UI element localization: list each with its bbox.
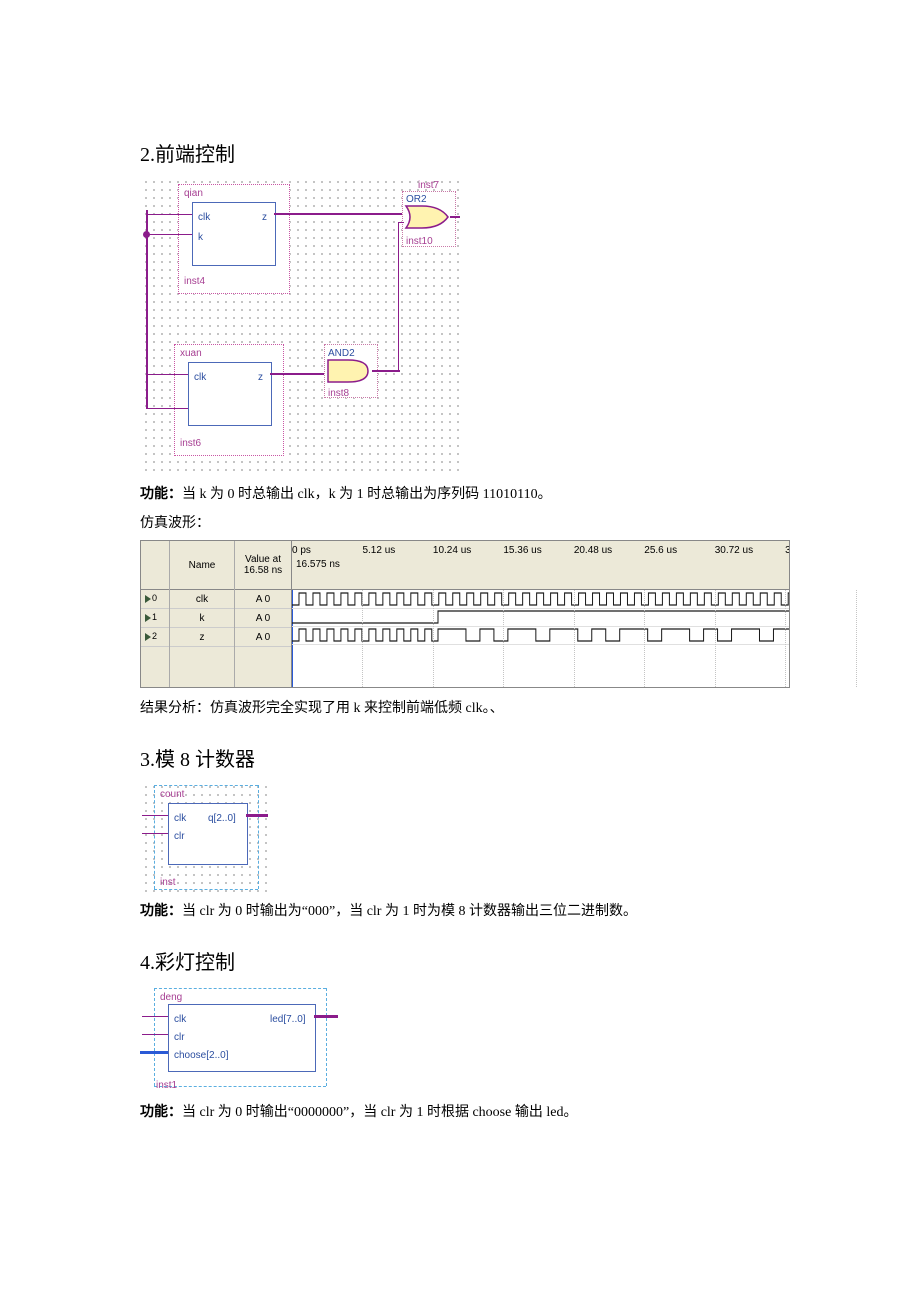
schematic-qian-xuan: qian clk k z inst4 OR2 inst10 inst7 xuan… xyxy=(140,176,460,476)
signal-row-icon[interactable]: 2 xyxy=(141,628,169,647)
port-deng-choose: choose[2..0] xyxy=(174,1048,228,1063)
heading-section4: 4.彩灯控制 xyxy=(140,948,790,978)
port-count-q: q[2..0] xyxy=(208,811,236,826)
feature-2: 功能：当 k 为 0 时总输出 clk，k 为 1 时总输出为序列码 11010… xyxy=(140,484,790,505)
port-deng-led: led[7..0] xyxy=(270,1012,306,1027)
block-xuan-title: xuan xyxy=(180,346,202,361)
block-deng-title: deng xyxy=(160,990,182,1005)
signal-value: A 0 xyxy=(235,590,291,609)
port-xuan-z: z xyxy=(258,370,263,385)
port-qian-clk: clk xyxy=(198,210,210,225)
grid-line xyxy=(574,590,575,687)
feature-4: 功能：当 clr 为 0 时输出“0000000”，当 clr 为 1 时根据 … xyxy=(140,1102,790,1123)
signal-name[interactable]: clk xyxy=(170,590,234,609)
grid-line xyxy=(362,590,363,687)
heading-section2: 2.前端控制 xyxy=(140,140,790,170)
feature-3: 功能：当 clr 为 0 时输出为“000”，当 clr 为 1 时为模 8 计… xyxy=(140,901,790,922)
waveform-signal-panel: 0 1 2 Name clk k z Value at16.58 ns A 0 … xyxy=(141,541,292,687)
port-count-clr: clr xyxy=(174,829,185,844)
time-tick-label: 10.24 us xyxy=(433,543,471,558)
port-qian-z: z xyxy=(262,210,267,225)
waveform-viewer: 0 1 2 Name clk k z Value at16.58 ns A 0 … xyxy=(140,540,790,688)
time-tick-label: 15.36 us xyxy=(503,543,541,558)
grid-line xyxy=(856,590,857,687)
grid-line xyxy=(644,590,645,687)
time-tick-label: 30.72 us xyxy=(715,543,753,558)
inst-or2-top: inst7 xyxy=(418,178,439,193)
waveform-plot-area[interactable]: 16.575 ns 0 ps 5.12 us 10.24 us 15.36 us 20.… xyxy=(292,541,789,687)
time-ruler[interactable]: 16.575 ns 0 ps 5.12 us 10.24 us 15.36 us 20.… xyxy=(292,541,789,590)
grid-line xyxy=(433,590,434,687)
and2-gate-icon xyxy=(326,358,374,384)
grid-line xyxy=(785,590,786,687)
time-tick-label: 0 ps xyxy=(292,543,311,558)
signal-row-icon[interactable]: 1 xyxy=(141,609,169,628)
signal-value: A 0 xyxy=(235,609,291,628)
signal-index: 0 xyxy=(152,592,157,606)
port-qian-k: k xyxy=(198,230,203,245)
schematic-count: count clk clr q[2..0] inst xyxy=(140,781,268,893)
sim-label: 仿真波形： xyxy=(140,513,790,534)
feature-label: 功能： xyxy=(140,904,182,919)
signal-value: A 0 xyxy=(235,628,291,647)
time-tick-label: 20.48 us xyxy=(574,543,612,558)
feature-text-2: 当 k 为 0 时总输出 clk，k 为 1 时总输出为序列码 11010110… xyxy=(182,487,552,502)
signal-index: 1 xyxy=(152,611,157,625)
feature-label: 功能： xyxy=(140,487,182,502)
time-tick-label: 5.12 us xyxy=(362,543,395,558)
inst-qian: inst4 xyxy=(184,274,205,289)
inst-deng: inst1 xyxy=(156,1078,177,1093)
grid-line xyxy=(503,590,504,687)
heading-section3: 3.模 8 计数器 xyxy=(140,745,790,775)
schematic-deng: deng clk clr choose[2..0] led[7..0] inst… xyxy=(140,984,340,1094)
port-deng-clk: clk xyxy=(174,1012,186,1027)
time-tick-label: 25.6 us xyxy=(644,543,677,558)
signal-index: 2 xyxy=(152,630,157,644)
port-xuan-clk: clk xyxy=(194,370,206,385)
cursor-time: 16.575 ns xyxy=(296,557,340,572)
analysis-2: 结果分析：仿真波形完全实现了用 k 来控制前端低频 clk。、 xyxy=(140,698,790,719)
analysis-label: 结果分析： xyxy=(140,701,210,716)
signal-name[interactable]: k xyxy=(170,609,234,628)
analysis-text: 仿真波形完全实现了用 k 来控制前端低频 clk。、 xyxy=(210,701,504,716)
signal-row-icon[interactable]: 0 xyxy=(141,590,169,609)
time-tick-label: 35.84 us xyxy=(785,543,789,558)
feature-label: 功能： xyxy=(140,1105,182,1120)
feature-text-3: 当 clr 为 0 时输出为“000”，当 clr 为 1 时为模 8 计数器输… xyxy=(182,904,637,919)
block-count-title: count xyxy=(160,787,184,802)
feature-text-4: 当 clr 为 0 时输出“0000000”，当 clr 为 1 时根据 cho… xyxy=(182,1105,577,1120)
column-header-value: Value at16.58 ns xyxy=(235,541,291,590)
port-deng-clr: clr xyxy=(174,1030,185,1045)
block-qian-title: qian xyxy=(184,186,203,201)
signal-name[interactable]: z xyxy=(170,628,234,647)
port-count-clk: clk xyxy=(174,811,186,826)
inst-and2: inst8 xyxy=(328,386,349,401)
or2-gate-icon xyxy=(404,204,452,230)
inst-or2: inst10 xyxy=(406,234,433,249)
inst-xuan: inst6 xyxy=(180,436,201,451)
page: 2.前端控制 qian clk k z inst4 OR2 inst10 ins… xyxy=(0,0,920,1185)
column-header-name: Name xyxy=(170,541,234,590)
grid-line xyxy=(715,590,716,687)
inst-count: inst xyxy=(160,875,176,890)
